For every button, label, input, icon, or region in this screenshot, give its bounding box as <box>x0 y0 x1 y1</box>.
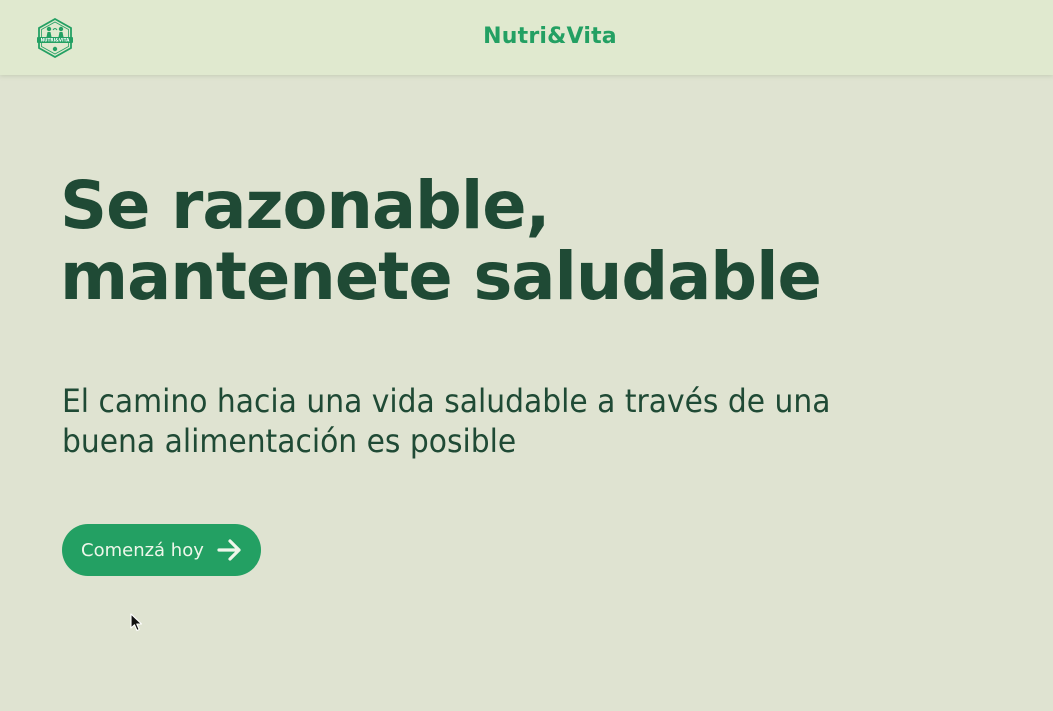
hero-subheading: El camino hacia una vida saludable a tra… <box>62 381 830 461</box>
subheading-line: buena alimentación es posible <box>62 422 517 460</box>
get-started-label: Comenzá hoy <box>81 539 204 561</box>
headline-line: mantenete saludable <box>60 238 822 315</box>
arrow-right-icon <box>217 538 243 562</box>
brand-name[interactable]: Nutri&Vita <box>0 24 1053 49</box>
mouse-pointer-icon <box>130 613 144 633</box>
site-header: NUTRI&VITA Nutri&Vita <box>0 0 1053 75</box>
headline-line: Se razonable, <box>60 167 550 244</box>
hero-headline: Se razonable, mantenete saludable <box>60 167 822 315</box>
get-started-button[interactable]: Comenzá hoy <box>62 524 261 576</box>
subheading-line: El camino hacia una vida saludable a tra… <box>62 382 831 420</box>
